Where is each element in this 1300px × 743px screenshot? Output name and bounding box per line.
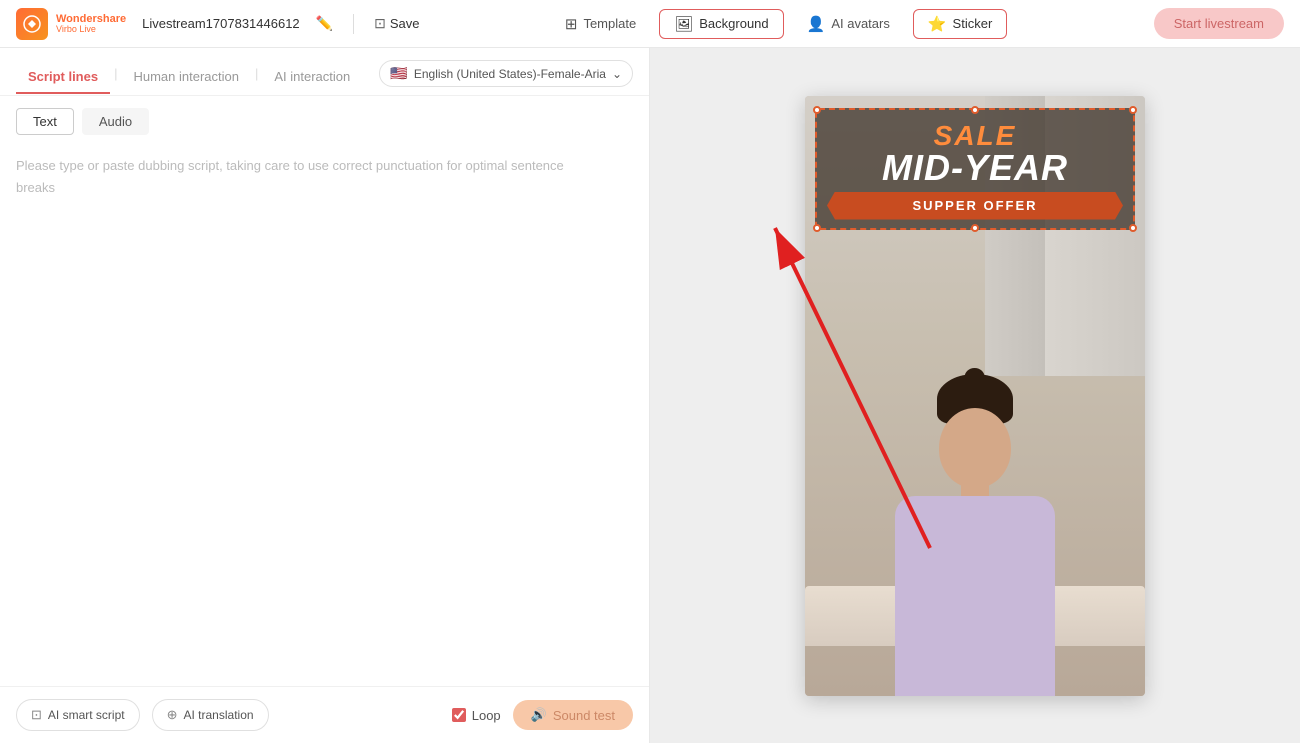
edit-icon[interactable]: ✏️: [316, 15, 333, 32]
right-panel: SALE MID-YEAR SUPPER OFFER: [650, 48, 1300, 743]
sale-text: SALE: [827, 122, 1123, 150]
background-icon: 🖼: [674, 15, 693, 33]
chevron-down-icon: ⌄: [612, 67, 622, 81]
handle-bl: [813, 224, 821, 232]
supper-offer-bar: SUPPER OFFER: [827, 192, 1123, 220]
ai-avatars-label: AI avatars: [831, 16, 890, 31]
loop-checkbox[interactable]: [452, 708, 466, 722]
text-button[interactable]: Text: [16, 108, 74, 135]
supper-offer-text: SUPPER OFFER: [912, 198, 1037, 213]
flag-icon: 🇺🇸: [390, 65, 407, 82]
background-label: Background: [699, 16, 768, 31]
save-label: Save: [390, 16, 420, 31]
smart-script-icon: ⊡: [31, 707, 42, 723]
bottom-bar: ⊡ AI smart script ⊕ AI translation Loop …: [0, 686, 649, 743]
sound-test-button[interactable]: 🔊 Sound test: [513, 700, 633, 730]
translation-icon: ⊕: [167, 707, 178, 723]
handle-tr: [1129, 106, 1137, 114]
ai-avatars-icon: 👤: [807, 15, 826, 33]
script-area: Please type or paste dubbing script, tak…: [0, 147, 649, 686]
main-layout: Script lines | Human interaction | AI in…: [0, 48, 1300, 743]
script-textarea[interactable]: [16, 155, 633, 678]
navbar: Wondershare Virbo Live Livestream1707831…: [0, 0, 1300, 48]
loop-label: Loop: [472, 708, 501, 723]
lang-label: English (United States)-Female-Aria: [414, 67, 606, 81]
sticker-label: Sticker: [953, 16, 993, 31]
sound-test-label: Sound test: [553, 708, 615, 723]
sticker-button[interactable]: ⭐ Sticker: [913, 9, 1007, 39]
handle-tl: [813, 106, 821, 114]
background-button[interactable]: 🖼 Background: [659, 9, 783, 39]
divider: [353, 14, 354, 34]
save-icon: ⊡: [374, 15, 386, 32]
ai-translation-button[interactable]: ⊕ AI translation: [152, 699, 269, 731]
start-livestream-button[interactable]: Start livestream: [1154, 8, 1284, 39]
sticker-icon: ⭐: [928, 15, 947, 33]
tab-script-lines[interactable]: Script lines: [16, 61, 110, 94]
navbar-center: ⊞ Template 🖼 Background 👤 AI avatars ⭐ S…: [431, 9, 1125, 39]
logo-area: Wondershare Virbo Live: [16, 8, 126, 40]
ai-avatars-button[interactable]: 👤 AI avatars: [792, 9, 905, 39]
app-logo-icon: [16, 8, 48, 40]
avatar-body: [875, 376, 1075, 696]
save-button[interactable]: ⊡ Save: [374, 15, 419, 32]
avatar-figure: [865, 356, 1085, 696]
avatar-head: [939, 408, 1011, 488]
ai-translation-label: AI translation: [184, 708, 254, 722]
left-panel: Script lines | Human interaction | AI in…: [0, 48, 650, 743]
template-label: Template: [583, 16, 636, 31]
template-icon: ⊞: [565, 15, 578, 33]
sound-icon: 🔊: [531, 707, 547, 723]
tabs-row: Script lines | Human interaction | AI in…: [0, 48, 649, 96]
stream-name: Livestream1707831446612: [142, 16, 300, 31]
preview-canvas: SALE MID-YEAR SUPPER OFFER: [805, 96, 1145, 696]
tab-separator: |: [110, 66, 121, 81]
text-audio-row: Text Audio: [0, 96, 649, 147]
avatar-torso: [895, 496, 1055, 696]
handle-br: [1129, 224, 1137, 232]
logo-text: Wondershare Virbo Live: [56, 14, 126, 34]
logo-sub: Virbo Live: [56, 25, 126, 34]
handle-bm: [971, 224, 979, 232]
handle-tm: [971, 106, 979, 114]
mid-year-text: MID-YEAR: [827, 150, 1123, 186]
tab-ai-interaction[interactable]: AI interaction: [262, 61, 362, 94]
sale-banner[interactable]: SALE MID-YEAR SUPPER OFFER: [815, 108, 1135, 230]
tab-separator-2: |: [251, 66, 262, 81]
template-button[interactable]: ⊞ Template: [550, 9, 651, 39]
ai-smart-script-button[interactable]: ⊡ AI smart script: [16, 699, 140, 731]
ai-smart-script-label: AI smart script: [48, 708, 125, 722]
tab-human-interaction[interactable]: Human interaction: [121, 61, 251, 94]
audio-button[interactable]: Audio: [82, 108, 149, 135]
loop-area: Loop: [452, 708, 501, 723]
language-selector[interactable]: 🇺🇸 English (United States)-Female-Aria ⌄: [379, 60, 633, 87]
logo-brand: Wondershare: [56, 14, 126, 25]
